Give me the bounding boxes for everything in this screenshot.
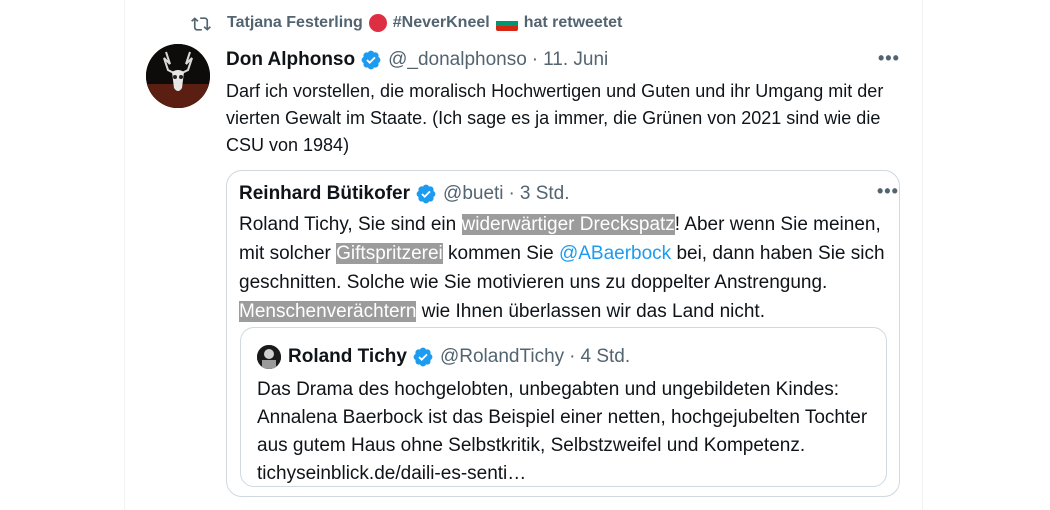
highlighted-phrase: Giftspritzerei	[336, 243, 443, 264]
timeline-border-left	[124, 0, 125, 510]
nested-tweet-body: Das Drama des hochgelobten, unbegabten u…	[257, 379, 868, 456]
author-name[interactable]: Don Alphonso	[226, 49, 355, 71]
timeline-border-right	[922, 0, 923, 510]
quote-text-segment: wie Ihnen überlassen wir das Land nicht.	[416, 301, 765, 322]
red-circle-emoji	[368, 14, 387, 32]
retweet-action-label: hat retweetet	[523, 14, 623, 31]
verified-badge-icon	[413, 347, 433, 367]
retweeter-hashtag: #NeverKneel	[392, 14, 490, 31]
nested-author-handle[interactable]: @RolandTichy	[440, 346, 564, 368]
quoted-author-handle[interactable]: @bueti	[443, 183, 504, 205]
bulgaria-flag-emoji	[495, 15, 518, 31]
meta-separator: ·	[569, 346, 576, 367]
quoted-author-name[interactable]: Reinhard Bütikofer	[239, 183, 410, 205]
verified-badge-icon	[416, 184, 436, 204]
portrait-image	[257, 345, 281, 369]
avatar[interactable]	[146, 44, 210, 108]
author-handle[interactable]: @_donalphonso	[388, 49, 527, 71]
more-options-icon[interactable]: •••	[878, 48, 900, 69]
nested-author-name[interactable]: Roland Tichy	[288, 346, 407, 368]
tweet-date[interactable]: 11. Juni	[543, 49, 608, 71]
tweet-header: Don Alphonso @_donalphonso · 11. Juni	[226, 46, 608, 74]
nested-tweet-time[interactable]: 4 Std.	[580, 346, 630, 368]
nested-quoted-tweet[interactable]: Roland Tichy @RolandTichy · 4 Std. Das D…	[240, 327, 887, 487]
nested-tweet-link[interactable]: tichyseinblick.de/daili-es-senti…	[257, 463, 526, 484]
highlighted-phrase: widerwärtiger Dreckspatz	[461, 214, 675, 235]
meta-separator: ·	[508, 183, 515, 204]
nested-tweet-text: Das Drama des hochgelobten, unbegabten u…	[257, 376, 877, 488]
quoted-tweet-header: Reinhard Bütikofer @bueti · 3 Std.	[239, 181, 570, 207]
verified-badge-icon	[361, 50, 381, 70]
quoted-tweet-time[interactable]: 3 Std.	[520, 183, 570, 205]
stag-skull-image	[146, 44, 210, 108]
retweeter-name[interactable]: Tatjana Festerling	[227, 14, 363, 32]
mention-link[interactable]: @ABaerbock	[559, 243, 671, 264]
quoted-tweet-text: Roland Tichy, Sie sind ein widerwärtiger…	[239, 210, 889, 326]
quote-text-segment: Roland Tichy, Sie sind ein	[239, 214, 462, 235]
quote-text-segment: kommen Sie	[442, 243, 559, 264]
quoted-tweet[interactable]: Reinhard Bütikofer @bueti · 3 Std. ••• R…	[226, 170, 900, 497]
nested-tweet-header: Roland Tichy @RolandTichy · 4 Std.	[257, 342, 630, 372]
retweet-icon	[191, 17, 211, 31]
tweet-text: Darf ich vorstellen, die moralisch Hochw…	[226, 81, 884, 155]
highlighted-phrase: Menschenverächtern	[239, 301, 417, 322]
meta-separator: ·	[531, 49, 539, 70]
avatar[interactable]	[257, 345, 281, 369]
more-options-icon[interactable]: •••	[877, 181, 899, 202]
